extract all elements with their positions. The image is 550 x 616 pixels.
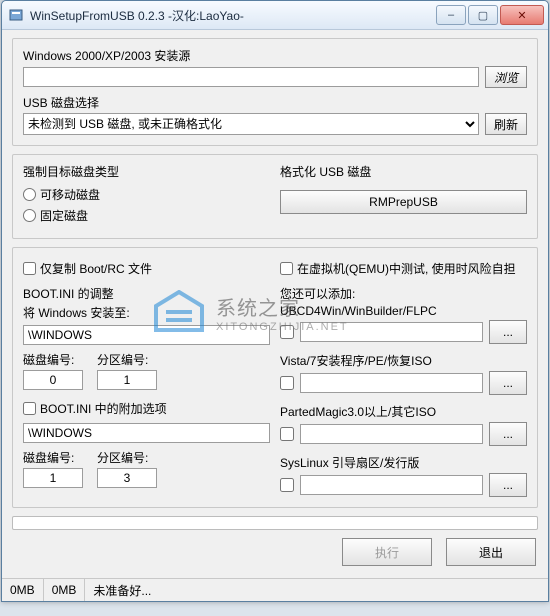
window-title: WinSetupFromUSB 0.2.3 -汉化:LaoYao- [30, 7, 436, 24]
ubcd-input[interactable] [300, 322, 483, 342]
syslinux-input[interactable] [300, 475, 483, 495]
execute-button[interactable]: 执行 [342, 538, 432, 566]
parted-checkbox[interactable] [280, 427, 294, 441]
disk-num-input-2[interactable] [23, 468, 83, 488]
disk-num-label-1: 磁盘编号: [23, 351, 83, 368]
status-bar: 0MB 0MB 未准备好... [2, 578, 548, 601]
qemu-test-checkbox[interactable] [280, 262, 293, 275]
ubcd-browse-button[interactable]: ... [489, 320, 527, 344]
browse-button[interactable]: 浏览 [485, 66, 527, 88]
part-num-input-1[interactable] [97, 370, 157, 390]
part-num-label-2: 分区编号: [97, 449, 157, 466]
vista-input[interactable] [300, 373, 483, 393]
status-mb-1: 0MB [2, 579, 44, 601]
extras-legend: 您还可以添加: [280, 285, 527, 302]
status-message: 未准备好... [85, 579, 548, 601]
syslinux-checkbox[interactable] [280, 478, 294, 492]
usb-disk-select[interactable]: 未检测到 USB 磁盘, 或未正确格式化 [23, 113, 479, 135]
disk-num-label-2: 磁盘编号: [23, 449, 83, 466]
install-path-input[interactable] [23, 325, 270, 345]
progress-bar [12, 516, 538, 530]
ubcd-label: UBCD4Win/WinBuilder/FLPC [280, 304, 527, 318]
close-button[interactable]: ✕ [500, 5, 544, 25]
bootini-legend: BOOT.INI 的调整 [23, 285, 270, 302]
bootini-extra-checkbox[interactable] [23, 402, 36, 415]
window-buttons: – ▢ ✕ [436, 5, 544, 25]
vista-label: Vista/7安装程序/PE/恢复ISO [280, 352, 527, 369]
minimize-button[interactable]: – [436, 5, 466, 25]
parted-label: PartedMagic3.0以上/其它ISO [280, 403, 527, 420]
source-label: Windows 2000/XP/2003 安装源 [23, 47, 527, 64]
syslinux-label: SysLinux 引导扇区/发行版 [280, 454, 527, 471]
parted-browse-button[interactable]: ... [489, 422, 527, 446]
part-num-label-1: 分区编号: [97, 351, 157, 368]
vista-browse-button[interactable]: ... [489, 371, 527, 395]
install-to-label: 将 Windows 安装至: [23, 304, 270, 321]
source-and-usb-panel: Windows 2000/XP/2003 安装源 浏览 USB 磁盘选择 未检测… [12, 38, 538, 146]
removable-disk-label: 可移动磁盘 [40, 186, 100, 203]
usb-select-label: USB 磁盘选择 [23, 94, 527, 111]
force-type-legend: 强制目标磁盘类型 [23, 163, 270, 180]
syslinux-browse-button[interactable]: ... [489, 473, 527, 497]
parted-input[interactable] [300, 424, 483, 444]
copy-bootrc-label: 仅复制 Boot/RC 文件 [40, 260, 152, 277]
bootini-extra-label: BOOT.INI 中的附加选项 [40, 400, 167, 417]
maximize-button[interactable]: ▢ [468, 5, 498, 25]
copy-bootrc-checkbox[interactable] [23, 262, 36, 275]
titlebar: WinSetupFromUSB 0.2.3 -汉化:LaoYao- – ▢ ✕ [2, 1, 548, 30]
vista-checkbox[interactable] [280, 376, 294, 390]
fixed-disk-radio[interactable] [23, 209, 36, 222]
ubcd-checkbox[interactable] [280, 325, 294, 339]
part-num-input-2[interactable] [97, 468, 157, 488]
exit-button[interactable]: 退出 [446, 538, 536, 566]
rmprepusb-button[interactable]: RMPrepUSB [280, 190, 527, 214]
bootini-extra-input[interactable] [23, 423, 270, 443]
refresh-button[interactable]: 刷新 [485, 113, 527, 135]
options-panel: 仅复制 Boot/RC 文件 在虚拟机(QEMU)中测试, 使用时风险自担 BO… [12, 247, 538, 508]
source-path-input[interactable] [23, 67, 479, 87]
app-icon [8, 7, 24, 23]
fixed-disk-label: 固定磁盘 [40, 207, 88, 224]
removable-disk-radio[interactable] [23, 188, 36, 201]
disk-num-input-1[interactable] [23, 370, 83, 390]
qemu-test-label: 在虚拟机(QEMU)中测试, 使用时风险自担 [297, 260, 516, 277]
format-legend: 格式化 USB 磁盘 [280, 163, 527, 180]
force-format-panel: 强制目标磁盘类型 可移动磁盘 固定磁盘 格式化 USB 磁盘 RMPrepUSB [12, 154, 538, 239]
status-mb-2: 0MB [44, 579, 86, 601]
